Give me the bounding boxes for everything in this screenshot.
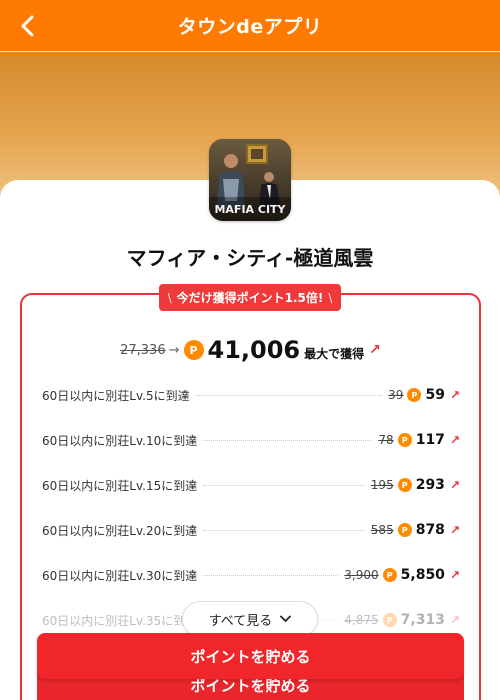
promo-text: 今だけ獲得ポイント1.5倍! <box>176 291 324 305</box>
trend-up-icon: ↗ <box>449 568 460 582</box>
task-row: 60日以内に別荘Lv.15に到達 195 P 293 ↗ <box>42 473 460 497</box>
trend-up-icon: ↗ <box>449 523 460 537</box>
cta-label: ポイントを貯める <box>190 647 311 666</box>
task-label: 60日以内に別荘Lv.30に到達 <box>42 568 198 583</box>
point-coin-icon: P <box>407 388 422 402</box>
task-old-points: 3,900 <box>344 568 379 582</box>
dotted-leader <box>203 529 365 531</box>
chevron-down-icon <box>280 615 292 623</box>
promo-badge: \ 今だけ獲得ポイント1.5倍! \ <box>159 284 341 311</box>
dotted-leader <box>203 574 339 576</box>
total-old-points: 27,336 <box>120 342 166 358</box>
task-row: 60日以内に別荘Lv.20に到達 585 P 878 ↗ <box>42 518 460 542</box>
promo-slash-right: \ <box>328 290 333 305</box>
task-label: 60日以内に別荘Lv.10に到達 <box>42 433 198 448</box>
chevron-left-icon <box>21 15 34 37</box>
back-button[interactable] <box>14 12 42 40</box>
task-old-points: 195 <box>370 478 394 492</box>
task-new-points: 5,850 <box>400 567 445 583</box>
task-new-points: 117 <box>415 432 445 448</box>
trend-up-icon: ↗ <box>449 478 460 492</box>
dotted-leader <box>195 394 383 396</box>
page-title: タウンdeアプリ <box>177 16 323 38</box>
task-old-points: 78 <box>378 433 394 447</box>
task-new-points: 878 <box>415 522 445 538</box>
see-all-button[interactable]: すべて見る <box>182 601 318 637</box>
app-icon: MAFIA CITY <box>209 139 291 221</box>
task-old-points: 585 <box>370 523 394 537</box>
task-label: 60日以内に別荘Lv.15に到達 <box>42 478 198 493</box>
trend-up-icon: ↗ <box>369 342 381 358</box>
dotted-leader <box>203 484 365 486</box>
point-coin-icon: P <box>397 478 412 492</box>
promo-slash-left: \ <box>167 290 172 305</box>
total-new-points: 41,006 <box>207 336 301 364</box>
task-row: 60日以内に別荘Lv.30に到達 3,900 P 5,850 ↗ <box>42 563 460 587</box>
app-header: タウンdeアプリ <box>0 0 500 52</box>
see-all-label: すべて見る <box>208 613 273 629</box>
arrow-right-icon: → <box>168 342 180 358</box>
task-row: 60日以内に別荘Lv.5に到達 39 P 59 ↗ <box>42 383 460 407</box>
task-old-points: 39 <box>388 388 404 402</box>
point-coin-icon: P <box>382 568 397 582</box>
point-coin-icon: P <box>382 613 397 627</box>
task-old-points: 4,875 <box>344 613 379 627</box>
task-new-points: 293 <box>415 477 445 493</box>
task-new-points: 7,313 <box>400 612 445 628</box>
trend-up-icon: ↗ <box>449 613 460 627</box>
earn-points-button[interactable]: ポイントを貯める <box>37 633 464 679</box>
svg-text:MAFIA CITY: MAFIA CITY <box>214 203 286 216</box>
task-new-points: 59 <box>425 387 445 403</box>
trend-up-icon: ↗ <box>449 433 460 447</box>
total-points-row: 27,336 → P 41,006 最大で獲得 ↗ <box>20 334 481 366</box>
task-label: 60日以内に別荘Lv.35に到達 <box>42 613 198 628</box>
task-label: 60日以内に別荘Lv.20に到達 <box>42 523 198 538</box>
point-coin-icon: P <box>397 523 412 537</box>
task-label: 60日以内に別荘Lv.5に到達 <box>42 388 190 403</box>
app-name: マフィア・シティ-極道風雲 <box>126 246 374 270</box>
task-row: 60日以内に別荘Lv.10に到達 78 P 117 ↗ <box>42 428 460 452</box>
point-coin-icon: P <box>397 433 412 447</box>
total-suffix: 最大で獲得 <box>304 346 365 361</box>
mafia-city-artwork: MAFIA CITY <box>209 139 291 221</box>
dotted-leader <box>203 439 373 441</box>
trend-up-icon: ↗ <box>449 388 460 402</box>
point-coin-icon: P <box>183 340 204 360</box>
